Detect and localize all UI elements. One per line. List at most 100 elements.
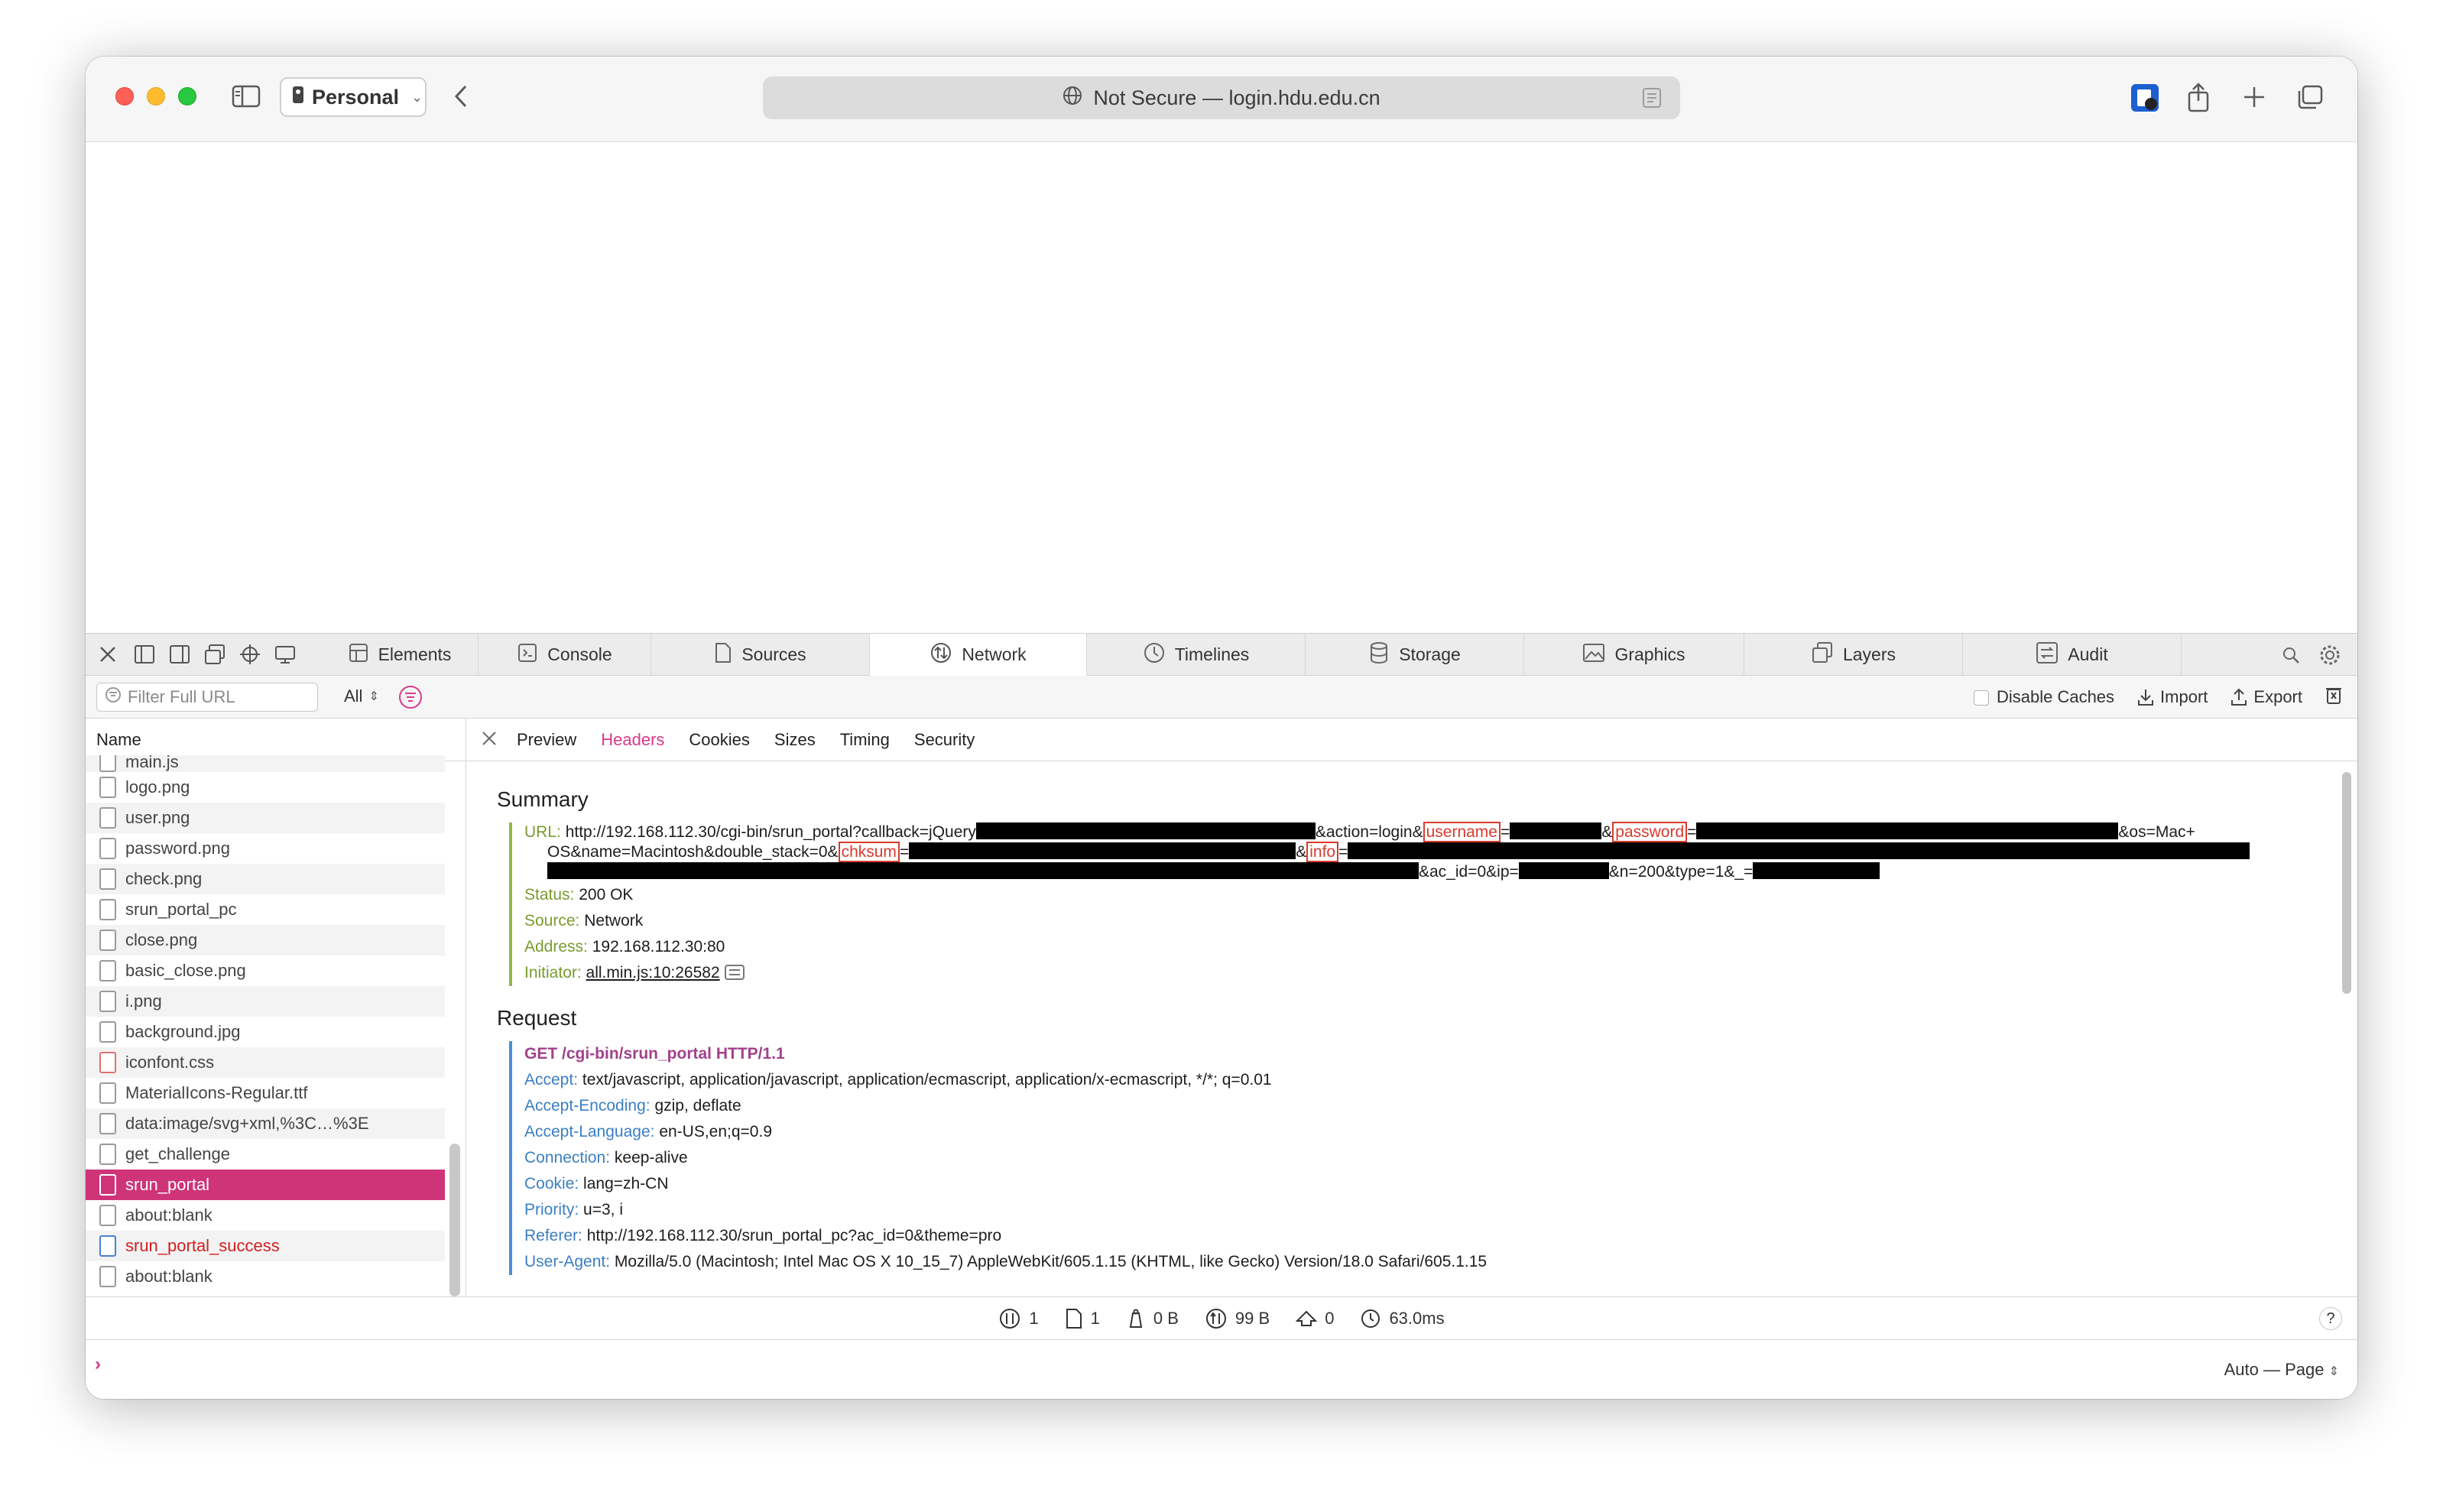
- detach-window-icon[interactable]: [203, 643, 226, 666]
- help-button[interactable]: ?: [2319, 1307, 2342, 1330]
- tab-overview-icon[interactable]: [2295, 83, 2325, 112]
- address-bar[interactable]: Not Secure — login.hdu.edu.cn: [763, 76, 1680, 119]
- export-button[interactable]: Export: [2230, 687, 2302, 707]
- dock-right-icon[interactable]: [168, 643, 191, 666]
- close-detail-icon[interactable]: [480, 729, 498, 752]
- url-part: =: [1500, 823, 1510, 841]
- clear-log-icon[interactable]: [2325, 685, 2342, 709]
- tab-layers-label: Layers: [1842, 644, 1896, 664]
- disable-caches-label: Disable Caches: [1996, 687, 2115, 706]
- share-icon[interactable]: [2185, 81, 2212, 113]
- globe-icon: [1063, 86, 1082, 111]
- list-item[interactable]: srun_portal_pc: [86, 894, 445, 925]
- tab-console[interactable]: Console: [479, 634, 651, 676]
- list-item[interactable]: srun_portal_success: [86, 1231, 445, 1261]
- tab-cookies[interactable]: Cookies: [689, 730, 749, 750]
- redacted-block: [1510, 823, 1602, 839]
- list-item[interactable]: check.png: [86, 864, 445, 894]
- resource-type-select[interactable]: All ⇕: [344, 686, 379, 706]
- summary-row: Address: 192.168.112.30:80: [524, 934, 2324, 960]
- tab-sources[interactable]: Sources: [651, 634, 870, 676]
- summary-row: Source: Network: [524, 908, 2324, 934]
- redacted-block: [1518, 862, 1609, 879]
- header-value: lang=zh-CN: [583, 1175, 669, 1192]
- tab-preview[interactable]: Preview: [517, 730, 576, 750]
- list-item[interactable]: close.png: [86, 925, 445, 956]
- sources-icon: [714, 642, 732, 668]
- close-inspector-icon[interactable]: [96, 643, 119, 666]
- document-file-icon: [99, 1235, 116, 1257]
- call-stack-icon[interactable]: [724, 964, 745, 982]
- summary-row: Status: 200 OK: [524, 882, 2324, 908]
- tab-graphics[interactable]: Graphics: [1524, 634, 1744, 676]
- group-filter-icon[interactable]: [399, 686, 422, 709]
- list-item[interactable]: i.png: [86, 986, 445, 1017]
- new-tab-icon[interactable]: [2240, 83, 2269, 112]
- header-row: Accept-Encoding: gzip, deflate: [524, 1093, 2324, 1119]
- device-settings-icon[interactable]: [274, 643, 297, 666]
- tab-timing[interactable]: Timing: [840, 730, 890, 750]
- sidebar-toggle-icon[interactable]: [231, 83, 261, 110]
- tab-headers[interactable]: Headers: [601, 730, 664, 750]
- tab-elements[interactable]: Elements: [321, 634, 479, 676]
- tab-security[interactable]: Security: [914, 730, 975, 750]
- tab-storage[interactable]: Storage: [1306, 634, 1524, 676]
- extension-icon[interactable]: [2128, 83, 2162, 113]
- header-value: http://192.168.112.30/srun_portal_pc?ac_…: [586, 1227, 1002, 1244]
- updown-chevron-icon: ⇕: [2328, 1365, 2339, 1378]
- minimize-window-button[interactable]: [147, 87, 165, 105]
- list-item[interactable]: MaterialIcons-Regular.ttf: [86, 1078, 445, 1108]
- filter-url-input[interactable]: Filter Full URL: [96, 683, 318, 712]
- file-icon: [99, 1266, 116, 1287]
- requests-stat: 1: [998, 1307, 1039, 1330]
- redacted-block: [1696, 823, 2119, 839]
- zoom-window-button[interactable]: [178, 87, 196, 105]
- detail-scrollbar[interactable]: [2342, 772, 2351, 994]
- gear-icon[interactable]: [2318, 643, 2342, 667]
- list-item[interactable]: main.js: [86, 755, 445, 772]
- element-picker-icon[interactable]: [238, 643, 261, 666]
- list-item[interactable]: about:blank: [86, 1261, 445, 1292]
- back-icon[interactable]: [449, 83, 472, 110]
- dock-bottom-icon[interactable]: [133, 643, 156, 666]
- filter-icon: [105, 686, 122, 708]
- reader-icon[interactable]: [1642, 87, 1662, 114]
- address-text: Not Secure — login.hdu.edu.cn: [1093, 86, 1380, 109]
- tab-network[interactable]: Network: [870, 634, 1087, 676]
- tab-timelines[interactable]: Timelines: [1087, 634, 1306, 676]
- list-item[interactable]: iconfont.css: [86, 1047, 445, 1078]
- transferred-size: 0 B: [1153, 1308, 1179, 1328]
- tab-layers[interactable]: Layers: [1744, 634, 1963, 676]
- tab-audit[interactable]: Audit: [1963, 634, 2182, 676]
- list-item[interactable]: password.png: [86, 833, 445, 864]
- audit-icon: [2036, 641, 2059, 669]
- list-item[interactable]: get_challenge: [86, 1139, 445, 1170]
- list-item[interactable]: basic_close.png: [86, 956, 445, 986]
- initiator-link[interactable]: all.min.js:10:26582: [586, 964, 720, 982]
- web-content-area[interactable]: [86, 142, 2357, 633]
- summary-value: 200 OK: [579, 886, 634, 904]
- search-icon[interactable]: [2279, 644, 2302, 667]
- tab-sizes[interactable]: Sizes: [774, 730, 816, 750]
- request-list-scrollbar[interactable]: [449, 1144, 460, 1296]
- list-item-selected[interactable]: srun_portal: [86, 1170, 445, 1200]
- header-key: Accept-Encoding:: [524, 1097, 650, 1115]
- list-item[interactable]: data:image/svg+xml,%3C…%3E: [86, 1108, 445, 1139]
- disable-caches-checkbox[interactable]: [1973, 690, 1989, 706]
- url-part: &action=login&: [1315, 823, 1423, 841]
- execution-context-select[interactable]: Auto — Page ⇕: [2224, 1360, 2339, 1380]
- file-name: basic_close.png: [125, 961, 246, 980]
- list-item[interactable]: about:blank: [86, 1200, 445, 1231]
- disable-caches-toggle[interactable]: Disable Caches: [1973, 687, 2115, 707]
- url-row: URL: http://192.168.112.30/cgi-bin/srun_…: [524, 822, 2324, 882]
- profile-button[interactable]: Personal ⌄: [280, 77, 427, 117]
- redirects-count: 0: [1325, 1308, 1335, 1328]
- console-prompt[interactable]: › Auto — Page ⇕: [86, 1339, 2357, 1399]
- import-button[interactable]: Import: [2137, 687, 2208, 707]
- list-item[interactable]: logo.png: [86, 772, 445, 803]
- list-item[interactable]: background.jpg: [86, 1017, 445, 1047]
- list-item[interactable]: user.png: [86, 803, 445, 833]
- request-list: Name main.js logo.png user.png password.…: [86, 719, 466, 1296]
- image-file-icon: [99, 930, 116, 951]
- close-window-button[interactable]: [115, 87, 134, 105]
